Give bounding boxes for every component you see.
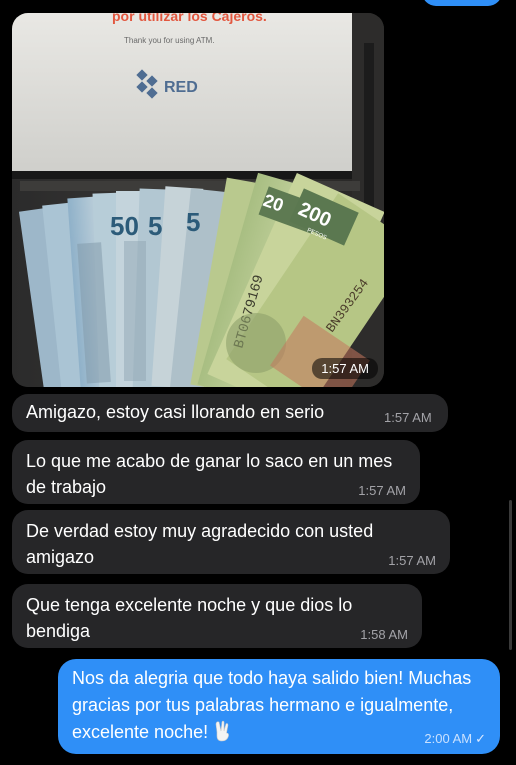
message-text: Lo que me acabo de ganar lo saco en un m…	[26, 451, 393, 497]
message-timestamp: 1:57 AM	[384, 410, 432, 425]
victory-hand-icon	[215, 720, 229, 742]
message-text: Nos da alegria que todo haya salido bien…	[72, 668, 472, 742]
money-photo: por utilizar los Cajeros. Thank you for …	[12, 13, 384, 387]
chat-thread: por utilizar los Cajeros. Thank you for …	[0, 0, 516, 765]
message-text: De verdad estoy muy agradecido con usted…	[26, 521, 374, 567]
note-value: 5	[148, 211, 162, 241]
scrollbar[interactable]	[509, 500, 512, 650]
atm-screen-title: por utilizar los Cajeros.	[112, 13, 267, 24]
atm-screen-subtitle: Thank you for using ATM.	[124, 36, 215, 45]
incoming-message[interactable]: Que tenga excelente noche y que dios lo …	[12, 584, 422, 648]
message-timestamp: 2:00 AM	[424, 731, 473, 746]
incoming-message[interactable]: Lo que me acabo de ganar lo saco en un m…	[12, 440, 420, 504]
banknotes-50: 50 5 5	[18, 186, 225, 387]
outgoing-message[interactable]: Nos da alegria que todo haya salido bien…	[58, 659, 500, 754]
message-text: Amigazo, estoy casi llorando en serio	[26, 402, 325, 422]
incoming-message[interactable]: Amigazo, estoy casi llorando en serio 1:…	[12, 394, 448, 432]
note-value: 50	[110, 211, 139, 241]
note-value: 5	[186, 207, 200, 237]
message-meta: 2:00 AM ✓	[424, 731, 486, 747]
check-icon: ✓	[475, 731, 486, 746]
incoming-message[interactable]: De verdad estoy muy agradecido con usted…	[12, 510, 450, 574]
photo-timestamp: 1:57 AM	[312, 358, 378, 379]
message-timestamp: 1:57 AM	[388, 553, 436, 568]
message-timestamp: 1:58 AM	[360, 627, 408, 642]
message-timestamp: 1:57 AM	[358, 483, 406, 498]
message-text: Que tenga excelente noche y que dios lo …	[26, 595, 353, 641]
red-logo-text: RED	[164, 79, 198, 96]
photo-message[interactable]: por utilizar los Cajeros. Thank you for …	[12, 13, 384, 387]
previous-outgoing-bubble[interactable]	[422, 0, 502, 6]
